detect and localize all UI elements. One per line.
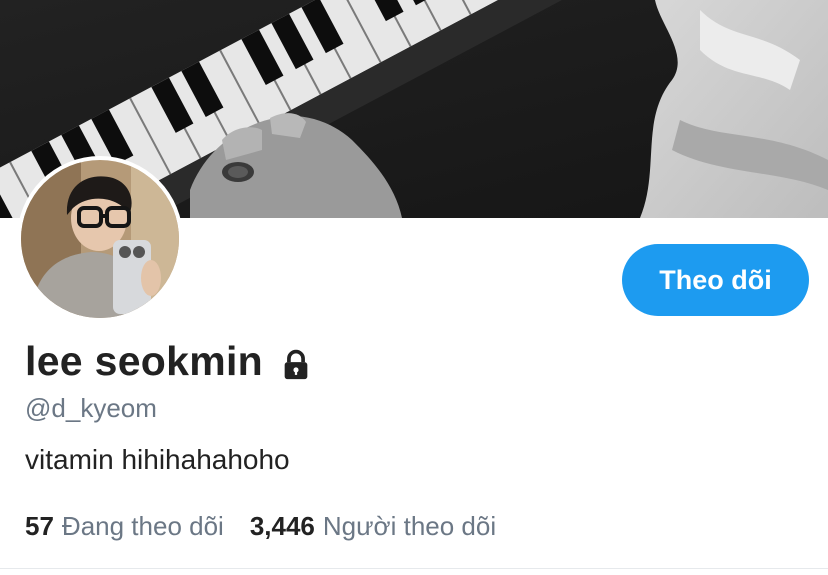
following-count: 57 bbox=[25, 511, 54, 541]
followers-label: Người theo dõi bbox=[322, 511, 497, 541]
user-handle: @d_kyeom bbox=[25, 393, 157, 423]
profile-stats: 57 Đang theo dõi 3,446 Người theo dõi bbox=[25, 511, 496, 542]
lock-icon bbox=[279, 342, 313, 382]
display-name: lee seokmin bbox=[25, 338, 264, 384]
profile-bio: vitamin hihihahahoho bbox=[25, 444, 290, 475]
following-label: Đang theo dõi bbox=[61, 511, 224, 541]
profile-avatar[interactable] bbox=[17, 156, 183, 322]
follow-button[interactable]: Theo dõi bbox=[622, 244, 809, 316]
followers-count: 3,446 bbox=[249, 511, 315, 541]
profile-name-row: lee seokmin bbox=[25, 338, 313, 385]
divider bbox=[0, 568, 828, 569]
followers-link[interactable]: 3,446 Người theo dõi bbox=[250, 511, 496, 542]
following-link[interactable]: 57 Đang theo dõi bbox=[25, 511, 224, 542]
